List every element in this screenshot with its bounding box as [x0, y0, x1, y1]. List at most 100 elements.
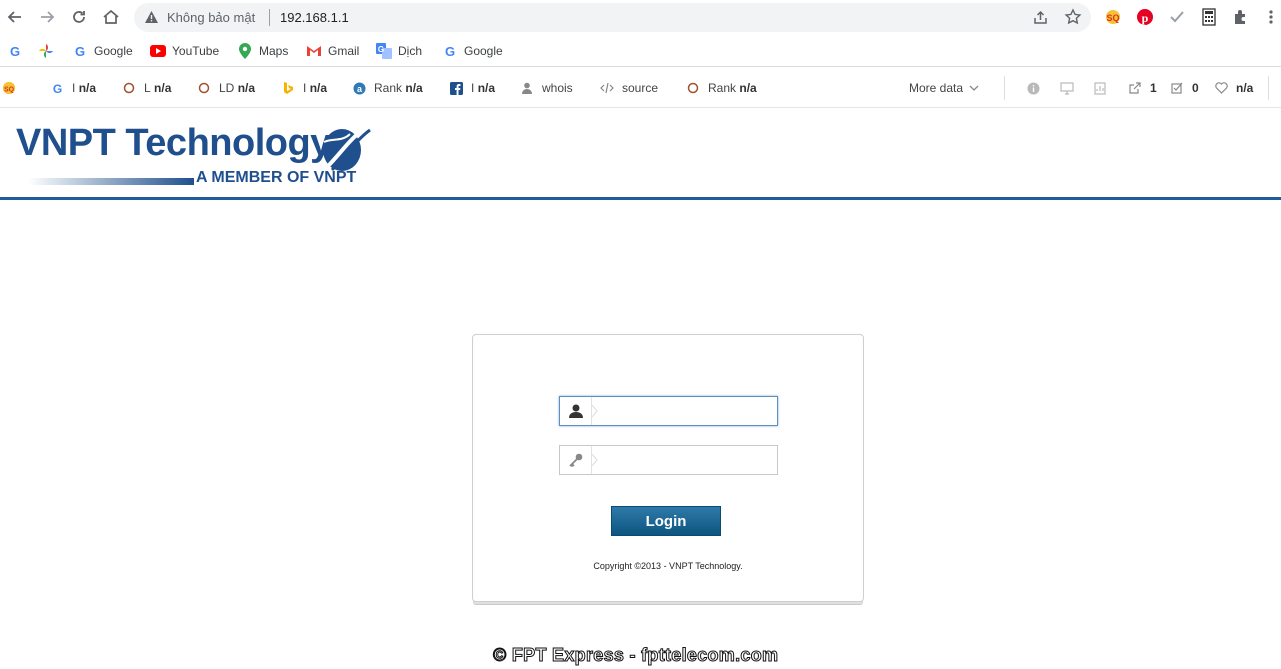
home-button[interactable]: [99, 5, 123, 29]
bookmark-label: Google: [464, 44, 503, 58]
bookmark-google-1[interactable]: G Google: [72, 41, 133, 61]
chevron-down-icon: [969, 85, 979, 91]
forward-button[interactable]: [35, 5, 59, 29]
calculator-extension-icon[interactable]: [1199, 7, 1219, 27]
password-prefix: [560, 446, 592, 474]
density-button[interactable]: [1094, 80, 1106, 96]
more-data-dropdown[interactable]: More data: [909, 80, 979, 96]
username-prefix: [560, 397, 592, 425]
share-icon[interactable]: [1032, 9, 1049, 26]
svg-text:SQ: SQ: [4, 87, 15, 94]
seoquake-icon: SQ: [2, 81, 16, 95]
more-data-label: More data: [909, 81, 964, 95]
diagnosis-button[interactable]: [1060, 80, 1074, 96]
bookmark-label: Google: [94, 44, 133, 58]
bookmark-label: Maps: [259, 44, 289, 58]
security-label[interactable]: Không bảo mật: [167, 10, 255, 25]
user-icon: [568, 404, 583, 418]
seo-prefix: I: [72, 81, 76, 95]
facebook-icon: [449, 81, 463, 95]
seo-links[interactable]: L n/a: [122, 80, 171, 96]
document-chart-icon: [1094, 81, 1106, 95]
checked-value: 0: [1192, 81, 1199, 95]
toolbar-divider: [1004, 76, 1005, 100]
seoquake-toolbar: SQ G I n/a L n/a LD n/a I n/a a Rank n/a…: [0, 68, 1281, 108]
svg-text:G: G: [378, 45, 384, 54]
forward-arrow-icon: [41, 11, 55, 23]
password-input[interactable]: [600, 446, 775, 474]
bookmark-label: Dịch: [398, 44, 423, 58]
google-icon: G: [442, 43, 458, 59]
bookmark-google-2[interactable]: G Google: [442, 41, 503, 61]
bookmark-translate[interactable]: G Dịch: [376, 41, 422, 61]
home-icon: [103, 9, 119, 24]
translate-icon: G: [376, 43, 392, 59]
field-notch-icon: [591, 454, 598, 466]
warning-icon: [145, 11, 158, 23]
external-links-count[interactable]: 1: [1128, 80, 1157, 96]
url-text[interactable]: 192.168.1.1: [280, 10, 349, 25]
omnibox-separator: [269, 9, 270, 26]
seo-value: n/a: [739, 81, 757, 95]
login-button[interactable]: Login: [611, 506, 721, 536]
bookmark-photos[interactable]: [38, 41, 60, 61]
seo-bing-index[interactable]: I n/a: [281, 80, 327, 96]
seoquake-extension-icon[interactable]: SQ: [1103, 7, 1123, 27]
svg-text:G: G: [52, 82, 61, 95]
menu-dots-icon[interactable]: [1261, 7, 1281, 27]
back-button[interactable]: [3, 5, 27, 29]
heart-value: n/a: [1236, 81, 1254, 95]
seo-google-index[interactable]: G I n/a: [50, 80, 96, 96]
seo-prefix: Rank: [374, 81, 403, 95]
extensions-puzzle-icon[interactable]: [1231, 7, 1251, 27]
address-bar[interactable]: Không bảo mật 192.168.1.1: [134, 3, 1091, 32]
check-extension-icon[interactable]: [1167, 7, 1187, 27]
reload-icon: [73, 11, 85, 23]
seo-prefix: I: [303, 81, 307, 95]
username-field[interactable]: [559, 396, 778, 426]
code-icon: [600, 81, 614, 95]
logo-swoosh: [28, 178, 194, 185]
vnpt-header: VNPT Technology A MEMBER OF VNPT: [0, 108, 1281, 200]
google-icon: G: [50, 81, 64, 95]
seo-prefix: L: [144, 81, 151, 95]
seo-linking-domains[interactable]: LD n/a: [197, 80, 255, 96]
svg-text:G: G: [75, 44, 85, 58]
checked-count[interactable]: 0: [1170, 80, 1199, 96]
seo-prefix: whois: [542, 81, 573, 95]
field-notch-icon: [591, 405, 598, 417]
pinwheel-icon: [38, 43, 54, 59]
password-field[interactable]: [559, 445, 778, 475]
bookmark-gmail[interactable]: Gmail: [306, 41, 359, 61]
seo-value: n/a: [405, 81, 423, 95]
seo-source[interactable]: source: [600, 80, 658, 96]
circle-icon: [686, 81, 700, 95]
seo-rank[interactable]: Rank n/a: [686, 80, 757, 96]
seo-facebook[interactable]: I n/a: [449, 80, 495, 96]
seoquake-logo[interactable]: SQ: [2, 80, 24, 96]
alexa-icon: a: [352, 81, 366, 95]
login-panel: Login Copyright ©2013 - VNPT Technology.: [472, 334, 864, 602]
logo-text: VNPT Technology: [16, 122, 331, 164]
seo-value: n/a: [237, 81, 256, 95]
pinterest-extension-icon[interactable]: p: [1135, 7, 1155, 27]
youtube-icon: [150, 43, 166, 59]
circle-icon: [122, 81, 136, 95]
seo-whois[interactable]: whois: [520, 80, 573, 96]
bookmark-youtube[interactable]: YouTube: [150, 41, 219, 61]
bookmark-google-apps[interactable]: G: [7, 41, 29, 61]
back-arrow-icon: [7, 11, 21, 23]
bing-icon: [281, 81, 295, 95]
username-input[interactable]: [600, 397, 775, 425]
bookmark-maps[interactable]: Maps: [237, 41, 288, 61]
checkbox-icon: [1170, 81, 1184, 95]
bookmark-star-icon[interactable]: [1064, 8, 1082, 26]
info-button[interactable]: [1027, 80, 1040, 96]
bookmarks-bar: G G Google YouTube Maps Gmail G Dịch G G…: [0, 35, 1281, 67]
gmail-icon: [306, 43, 322, 59]
heart-metric[interactable]: n/a: [1214, 80, 1253, 96]
reload-button[interactable]: [67, 5, 91, 29]
svg-text:p: p: [1142, 11, 1149, 25]
seo-alexa-rank[interactable]: a Rank n/a: [352, 80, 423, 96]
seo-prefix: I: [471, 81, 475, 95]
